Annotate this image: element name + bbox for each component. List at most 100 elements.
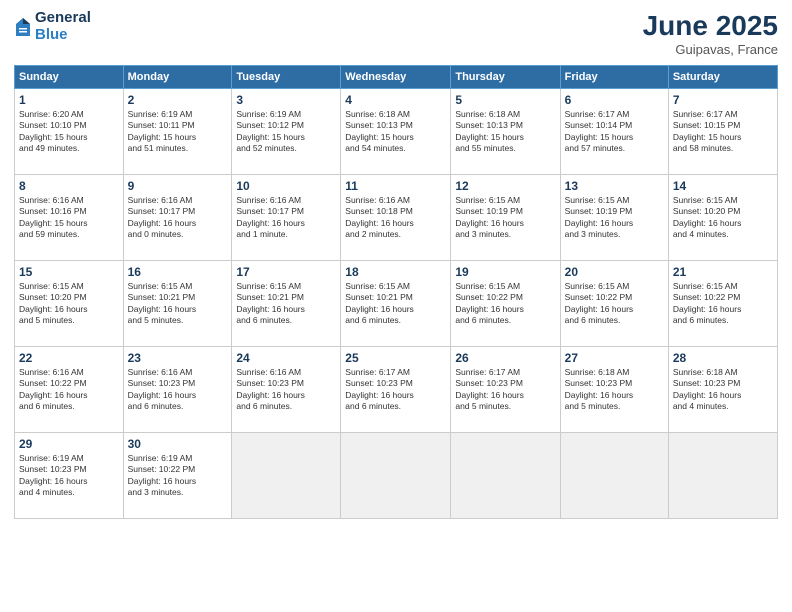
day-number: 7 <box>673 93 773 107</box>
day-info: Sunrise: 6:15 AM Sunset: 10:21 PM Daylig… <box>128 281 228 327</box>
table-row: 27 Sunrise: 6:18 AM Sunset: 10:23 PM Dayl… <box>560 347 668 433</box>
table-row: 30Sunrise: 6:19 AM Sunset: 10:22 PM Dayl… <box>123 433 232 519</box>
day-info: Sunrise: 6:15 AM Sunset: 10:20 PM Daylig… <box>19 281 119 327</box>
logo-blue: Blue <box>35 27 91 44</box>
table-row: 9 Sunrise: 6:16 AM Sunset: 10:17 PM Dayli… <box>123 175 232 261</box>
day-number: 5 <box>455 93 555 107</box>
day-info: Sunrise: 6:15 AM Sunset: 10:22 PM Daylig… <box>565 281 664 327</box>
day-number: 9 <box>128 179 228 193</box>
table-row: 2 Sunrise: 6:19 AM Sunset: 10:11 PM Dayli… <box>123 89 232 175</box>
header-saturday: Saturday <box>668 66 777 89</box>
header-tuesday: Tuesday <box>232 66 341 89</box>
table-row: 19Sunrise: 6:15 AM Sunset: 10:22 PM Dayl… <box>451 261 560 347</box>
day-info: Sunrise: 6:16 AM Sunset: 10:17 PM Daylig… <box>128 195 228 241</box>
table-row: 8 Sunrise: 6:16 AM Sunset: 10:16 PM Dayli… <box>15 175 124 261</box>
day-number: 10 <box>236 179 336 193</box>
table-row: 29 Sunrise: 6:19 AM Sunset: 10:23 PM Dayl… <box>15 433 124 519</box>
calendar-week-row: 8 Sunrise: 6:16 AM Sunset: 10:16 PM Dayli… <box>15 175 778 261</box>
table-row: 11 Sunrise: 6:16 AM Sunset: 10:18 PM Dayl… <box>341 175 451 261</box>
table-row: 15 Sunrise: 6:15 AM Sunset: 10:20 PM Dayl… <box>15 261 124 347</box>
table-row: 13 Sunrise: 6:15 AM Sunset: 10:19 PM Dayl… <box>560 175 668 261</box>
logo-general: General <box>35 10 91 27</box>
table-row <box>668 433 777 519</box>
day-info: Sunrise: 6:16 AM Sunset: 10:18 PM Daylig… <box>345 195 446 241</box>
day-number: 29 <box>19 437 119 451</box>
table-row: 3 Sunrise: 6:19 AM Sunset: 10:12 PM Dayli… <box>232 89 341 175</box>
table-row <box>451 433 560 519</box>
table-row: 10 Sunrise: 6:16 AM Sunset: 10:17 PM Dayl… <box>232 175 341 261</box>
table-row: 7Sunrise: 6:17 AM Sunset: 10:15 PM Dayli… <box>668 89 777 175</box>
day-number: 1 <box>19 93 119 107</box>
day-number: 20 <box>565 265 664 279</box>
day-info: Sunrise: 6:18 AM Sunset: 10:23 PM Daylig… <box>565 367 664 413</box>
day-number: 4 <box>345 93 446 107</box>
table-row: 20 Sunrise: 6:15 AM Sunset: 10:22 PM Dayl… <box>560 261 668 347</box>
day-number: 28 <box>673 351 773 365</box>
logo-icon <box>14 16 32 38</box>
day-info: Sunrise: 6:16 AM Sunset: 10:23 PM Daylig… <box>128 367 228 413</box>
day-number: 2 <box>128 93 228 107</box>
page: General Blue June 2025 Guipavas, France … <box>0 0 792 612</box>
day-number: 27 <box>565 351 664 365</box>
table-row: 26 Sunrise: 6:17 AM Sunset: 10:23 PM Dayl… <box>451 347 560 433</box>
day-number: 8 <box>19 179 119 193</box>
location: Guipavas, France <box>643 42 778 57</box>
day-info: Sunrise: 6:15 AM Sunset: 10:22 PM Daylig… <box>455 281 555 327</box>
header-thursday: Thursday <box>451 66 560 89</box>
header-friday: Friday <box>560 66 668 89</box>
day-info: Sunrise: 6:15 AM Sunset: 10:21 PM Daylig… <box>236 281 336 327</box>
table-row <box>560 433 668 519</box>
calendar-week-row: 15 Sunrise: 6:15 AM Sunset: 10:20 PM Dayl… <box>15 261 778 347</box>
day-info: Sunrise: 6:16 AM Sunset: 10:17 PM Daylig… <box>236 195 336 241</box>
day-number: 14 <box>673 179 773 193</box>
day-number: 26 <box>455 351 555 365</box>
day-info: Sunrise: 6:19 AM Sunset: 10:22 PM Daylig… <box>128 453 228 499</box>
day-info: Sunrise: 6:15 AM Sunset: 10:22 PM Daylig… <box>673 281 773 327</box>
day-number: 25 <box>345 351 446 365</box>
calendar-week-row: 29 Sunrise: 6:19 AM Sunset: 10:23 PM Dayl… <box>15 433 778 519</box>
day-number: 15 <box>19 265 119 279</box>
table-row: 17 Sunrise: 6:15 AM Sunset: 10:21 PM Dayl… <box>232 261 341 347</box>
day-info: Sunrise: 6:19 AM Sunset: 10:11 PM Daylig… <box>128 109 228 155</box>
day-info: Sunrise: 6:15 AM Sunset: 10:20 PM Daylig… <box>673 195 773 241</box>
day-number: 17 <box>236 265 336 279</box>
table-row: 16Sunrise: 6:15 AM Sunset: 10:21 PM Dayl… <box>123 261 232 347</box>
day-number: 12 <box>455 179 555 193</box>
header: General Blue June 2025 Guipavas, France <box>14 10 778 57</box>
day-info: Sunrise: 6:19 AM Sunset: 10:23 PM Daylig… <box>19 453 119 499</box>
table-row: 23 Sunrise: 6:16 AM Sunset: 10:23 PM Dayl… <box>123 347 232 433</box>
table-row: 25 Sunrise: 6:17 AM Sunset: 10:23 PM Dayl… <box>341 347 451 433</box>
table-row: 14 Sunrise: 6:15 AM Sunset: 10:20 PM Dayl… <box>668 175 777 261</box>
calendar-week-row: 1Sunrise: 6:20 AM Sunset: 10:10 PM Dayli… <box>15 89 778 175</box>
table-row: 21Sunrise: 6:15 AM Sunset: 10:22 PM Dayl… <box>668 261 777 347</box>
day-info: Sunrise: 6:16 AM Sunset: 10:16 PM Daylig… <box>19 195 119 241</box>
logo-text: General Blue <box>35 10 91 43</box>
day-info: Sunrise: 6:17 AM Sunset: 10:14 PM Daylig… <box>565 109 664 155</box>
table-row: 5Sunrise: 6:18 AM Sunset: 10:13 PM Dayli… <box>451 89 560 175</box>
day-info: Sunrise: 6:16 AM Sunset: 10:23 PM Daylig… <box>236 367 336 413</box>
day-info: Sunrise: 6:19 AM Sunset: 10:12 PM Daylig… <box>236 109 336 155</box>
table-row <box>232 433 341 519</box>
day-number: 3 <box>236 93 336 107</box>
day-number: 11 <box>345 179 446 193</box>
day-info: Sunrise: 6:17 AM Sunset: 10:23 PM Daylig… <box>455 367 555 413</box>
table-row <box>341 433 451 519</box>
header-sunday: Sunday <box>15 66 124 89</box>
day-info: Sunrise: 6:16 AM Sunset: 10:22 PM Daylig… <box>19 367 119 413</box>
table-row: 18Sunrise: 6:15 AM Sunset: 10:21 PM Dayl… <box>341 261 451 347</box>
day-info: Sunrise: 6:15 AM Sunset: 10:19 PM Daylig… <box>455 195 555 241</box>
day-number: 13 <box>565 179 664 193</box>
table-row: 24 Sunrise: 6:16 AM Sunset: 10:23 PM Dayl… <box>232 347 341 433</box>
calendar-header-row: Sunday Monday Tuesday Wednesday Thursday… <box>15 66 778 89</box>
day-info: Sunrise: 6:17 AM Sunset: 10:23 PM Daylig… <box>345 367 446 413</box>
day-info: Sunrise: 6:18 AM Sunset: 10:23 PM Daylig… <box>673 367 773 413</box>
header-wednesday: Wednesday <box>341 66 451 89</box>
calendar-week-row: 22Sunrise: 6:16 AM Sunset: 10:22 PM Dayl… <box>15 347 778 433</box>
day-info: Sunrise: 6:15 AM Sunset: 10:19 PM Daylig… <box>565 195 664 241</box>
day-number: 6 <box>565 93 664 107</box>
table-row: 1Sunrise: 6:20 AM Sunset: 10:10 PM Dayli… <box>15 89 124 175</box>
table-row: 4Sunrise: 6:18 AM Sunset: 10:13 PM Dayli… <box>341 89 451 175</box>
title-block: June 2025 Guipavas, France <box>643 10 778 57</box>
day-number: 23 <box>128 351 228 365</box>
day-number: 24 <box>236 351 336 365</box>
